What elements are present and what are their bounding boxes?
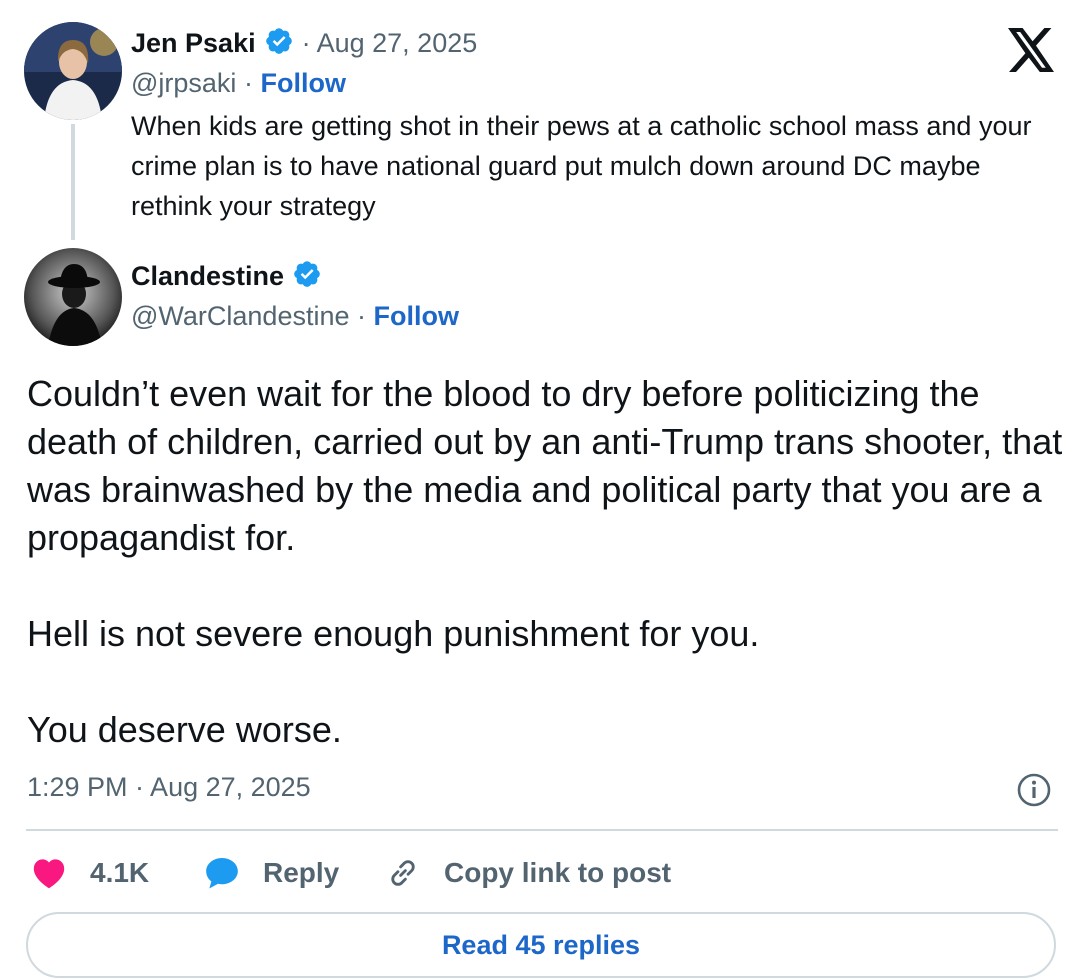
like-button[interactable]: 4.1K bbox=[30, 852, 149, 894]
avatar-jen-psaki[interactable] bbox=[24, 22, 122, 120]
follow-button[interactable]: Follow bbox=[260, 68, 345, 98]
verified-badge-icon bbox=[292, 259, 322, 294]
quoted-handle-row: @jrpsaki · Follow bbox=[131, 68, 346, 99]
copy-link-button[interactable]: Copy link to post bbox=[384, 852, 671, 894]
reply-bubble-icon bbox=[203, 854, 241, 892]
author-name[interactable]: Clandestine bbox=[131, 261, 284, 292]
author-handle[interactable]: @WarClandestine bbox=[131, 301, 350, 331]
post-header: Clandestine bbox=[131, 259, 322, 294]
like-count: 4.1K bbox=[90, 857, 150, 888]
author-handle[interactable]: @jrpsaki bbox=[131, 68, 236, 98]
read-replies-button[interactable]: Read 45 replies bbox=[26, 912, 1056, 978]
post-timestamp[interactable]: 1:29 PM · Aug 27, 2025 bbox=[27, 772, 311, 803]
heart-icon bbox=[30, 854, 68, 892]
divider bbox=[26, 829, 1058, 831]
reply-button[interactable]: Reply bbox=[203, 852, 339, 894]
avatar-clandestine[interactable] bbox=[24, 248, 122, 346]
follow-button[interactable]: Follow bbox=[374, 301, 459, 331]
separator: · bbox=[357, 301, 367, 331]
link-icon bbox=[384, 854, 422, 892]
copy-link-label: Copy link to post bbox=[444, 857, 672, 888]
post-handle-row: @WarClandestine · Follow bbox=[131, 301, 459, 332]
post-text: Couldn’t even wait for the blood to dry … bbox=[27, 373, 1063, 750]
thread-connector-line bbox=[71, 124, 75, 240]
info-icon[interactable] bbox=[1016, 772, 1052, 808]
reply-label: Reply bbox=[263, 857, 340, 888]
quoted-post-header: Jen Psaki · Aug 27, 2025 bbox=[131, 26, 477, 61]
verified-badge-icon bbox=[264, 26, 294, 61]
post-date[interactable]: · Aug 27, 2025 bbox=[302, 28, 478, 59]
separator: · bbox=[243, 68, 253, 98]
quoted-post-text: When kids are getting shot in their pews… bbox=[131, 111, 1032, 221]
x-logo-icon[interactable] bbox=[1008, 28, 1056, 72]
author-name[interactable]: Jen Psaki bbox=[131, 28, 256, 59]
